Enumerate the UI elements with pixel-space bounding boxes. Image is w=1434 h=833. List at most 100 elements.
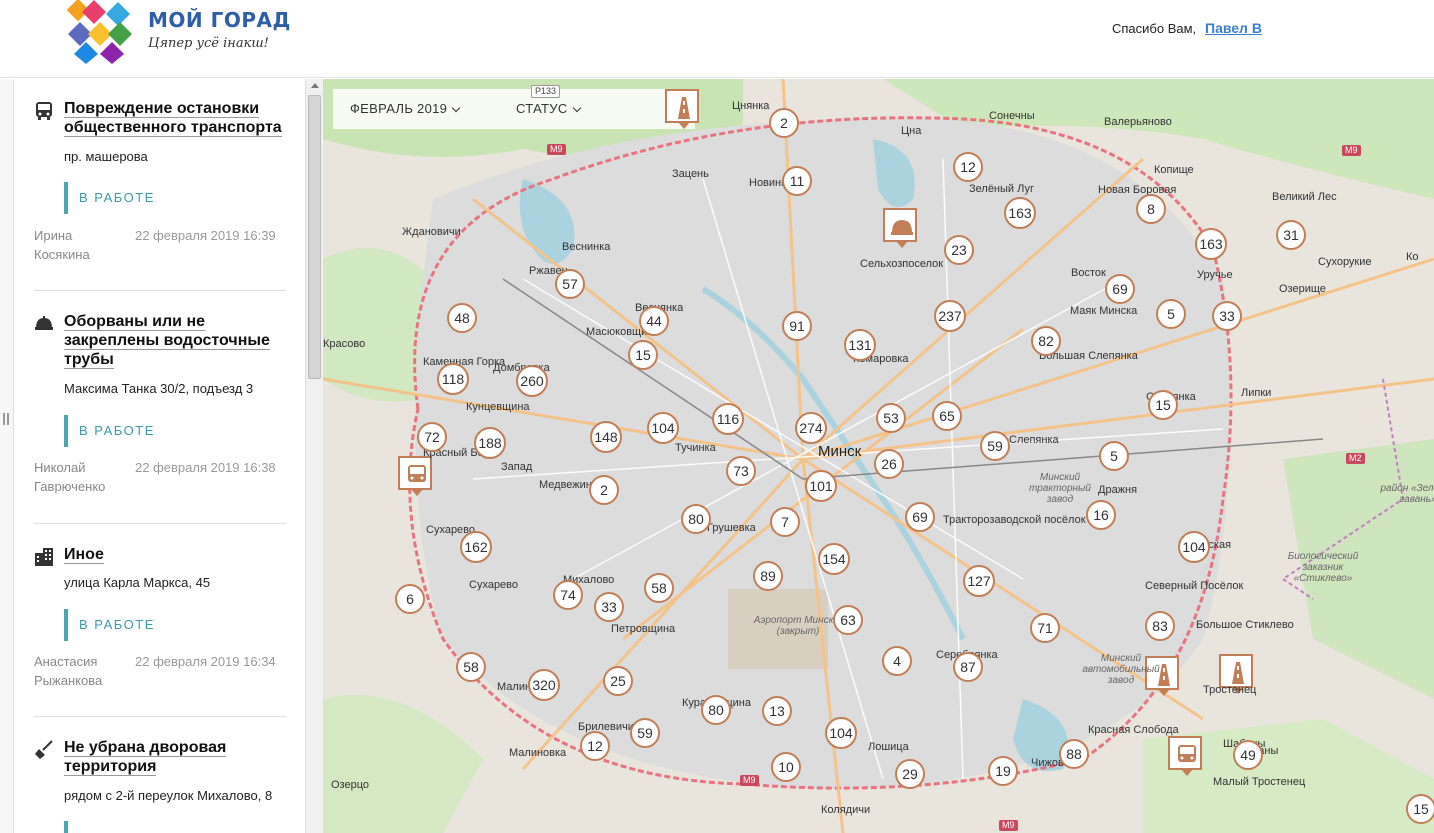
issue-title[interactable]: Не убрана дворовая территория xyxy=(64,738,286,776)
issue-cluster[interactable]: 69 xyxy=(905,502,935,532)
issue-cluster[interactable]: 13 xyxy=(762,696,792,726)
road-marker-icon[interactable] xyxy=(665,89,699,129)
issue-cluster[interactable]: 104 xyxy=(647,412,679,444)
issue-cluster[interactable]: 127 xyxy=(963,565,995,597)
issue-cluster[interactable]: 154 xyxy=(818,543,850,575)
issue-cluster[interactable]: 15 xyxy=(1148,390,1178,420)
issue-cluster[interactable]: 58 xyxy=(644,573,674,603)
issue-cluster[interactable]: 15 xyxy=(628,340,658,370)
issue-card[interactable]: Иное улица Карла Маркса, 45 В РАБОТЕ Ана… xyxy=(34,545,286,715)
scroll-thumb[interactable] xyxy=(308,95,321,379)
place-label: Брилевичи xyxy=(578,721,634,733)
divider xyxy=(34,290,286,291)
issue-cluster[interactable]: 26 xyxy=(874,449,904,479)
issue-cluster[interactable]: 274 xyxy=(795,412,827,444)
issue-cluster[interactable]: 44 xyxy=(639,306,669,336)
issue-cluster[interactable]: 5 xyxy=(1099,441,1129,471)
issue-cluster[interactable]: 8 xyxy=(1136,194,1166,224)
issue-cluster[interactable]: 12 xyxy=(580,731,610,761)
issue-cluster[interactable]: 118 xyxy=(437,363,469,395)
issue-cluster[interactable]: 101 xyxy=(805,470,837,502)
issue-cluster[interactable]: 31 xyxy=(1276,220,1306,250)
issue-cluster[interactable]: 29 xyxy=(895,759,925,789)
issue-cluster[interactable]: 69 xyxy=(1105,274,1135,304)
issue-cluster[interactable]: 131 xyxy=(844,329,876,361)
issue-cluster[interactable]: 7 xyxy=(770,507,800,537)
map-view[interactable]: ФЕВРАЛЬ 2019 СТАТУС Цнянка Сонечны Валерья… xyxy=(323,79,1434,833)
issue-cluster[interactable]: 5 xyxy=(1156,299,1186,329)
bus-marker-icon[interactable] xyxy=(398,456,432,496)
issue-cluster[interactable]: 80 xyxy=(681,504,711,534)
issue-title[interactable]: Повреждение остановки общественного тран… xyxy=(64,99,286,137)
issue-address: Максима Танка 30/2, подъезд 3 xyxy=(64,381,254,396)
road-marker-icon[interactable] xyxy=(1219,654,1253,694)
issue-card[interactable]: Оборваны или не закреплены водосточные т… xyxy=(34,312,286,512)
issue-cluster[interactable]: 15 xyxy=(1406,794,1434,824)
issue-cluster[interactable]: 82 xyxy=(1031,326,1061,356)
place-label: Липки xyxy=(1241,387,1272,399)
issue-cluster[interactable]: 260 xyxy=(516,365,548,397)
issue-cluster[interactable]: 59 xyxy=(980,431,1010,461)
issue-cluster[interactable]: 49 xyxy=(1233,740,1263,770)
issue-cluster[interactable]: 57 xyxy=(555,269,585,299)
issue-cluster[interactable]: 58 xyxy=(456,652,486,682)
place-label: Сельхозпоселок xyxy=(860,258,944,270)
issue-cluster[interactable]: 6 xyxy=(395,584,425,614)
issue-cluster[interactable]: 23 xyxy=(944,235,974,265)
issue-cluster[interactable]: 59 xyxy=(630,718,660,748)
issue-cluster[interactable]: 88 xyxy=(1059,739,1089,769)
bus-marker-icon[interactable] xyxy=(1168,736,1202,776)
issue-cluster[interactable]: 162 xyxy=(460,531,492,563)
month-filter-dropdown[interactable]: ФЕВРАЛЬ 2019 xyxy=(350,101,461,116)
issue-title[interactable]: Оборваны или не закреплены водосточные т… xyxy=(64,312,286,369)
issue-cluster[interactable]: 19 xyxy=(988,756,1018,786)
issue-cluster[interactable]: 91 xyxy=(782,311,812,341)
issue-cluster[interactable]: 83 xyxy=(1145,611,1175,641)
issue-cluster[interactable]: 71 xyxy=(1030,613,1060,643)
issue-cluster[interactable]: 48 xyxy=(447,303,477,333)
issue-card[interactable]: Повреждение остановки общественного тран… xyxy=(34,99,286,299)
sidebar-scrollbar[interactable] xyxy=(305,79,323,833)
issue-cluster[interactable]: 188 xyxy=(474,427,506,459)
issue-cluster[interactable]: 63 xyxy=(833,605,863,635)
issue-cluster[interactable]: 2 xyxy=(589,475,619,505)
issue-cluster[interactable]: 148 xyxy=(590,421,622,453)
issue-cluster[interactable]: 11 xyxy=(782,166,812,196)
issue-cluster[interactable]: 25 xyxy=(603,666,633,696)
issue-cluster[interactable]: 33 xyxy=(1212,301,1242,331)
issue-cluster[interactable]: 163 xyxy=(1195,228,1227,260)
issue-cluster[interactable]: 10 xyxy=(771,752,801,782)
issue-cluster[interactable]: 163 xyxy=(1004,197,1036,229)
issue-cluster[interactable]: 53 xyxy=(876,403,906,433)
issue-cluster[interactable]: 104 xyxy=(1178,531,1210,563)
user-profile-link[interactable]: Павел В xyxy=(1205,20,1262,36)
header: МОЙ ГОРАД Цяпер усё інакш! Спасибо Вам, … xyxy=(0,0,1434,78)
issue-cluster[interactable]: 4 xyxy=(882,646,912,676)
issue-cluster[interactable]: 72 xyxy=(417,422,447,452)
sidebar-collapse-handle[interactable] xyxy=(0,79,14,833)
issue-card[interactable]: Не убрана дворовая территория рядом с 2-… xyxy=(34,738,286,833)
issue-cluster[interactable]: 74 xyxy=(553,580,583,610)
issue-cluster[interactable]: 12 xyxy=(953,152,983,182)
issue-cluster[interactable]: 237 xyxy=(934,300,966,332)
logo-icon[interactable] xyxy=(66,0,134,64)
issue-cluster[interactable]: 87 xyxy=(953,652,983,682)
place-label: Веснинка xyxy=(562,241,611,253)
place-label: Озерцо xyxy=(331,779,370,791)
issue-cluster[interactable]: 16 xyxy=(1086,500,1116,530)
issue-title[interactable]: Иное xyxy=(64,545,286,564)
issue-author: Николай Гаврюченко xyxy=(34,460,106,494)
issue-cluster[interactable]: 116 xyxy=(712,403,744,435)
issue-cluster[interactable]: 33 xyxy=(594,592,624,622)
issue-cluster[interactable]: 2 xyxy=(769,108,799,138)
status-filter-dropdown[interactable]: СТАТУС xyxy=(516,101,581,116)
issue-cluster[interactable]: 320 xyxy=(528,669,560,701)
issue-cluster[interactable]: 89 xyxy=(753,561,783,591)
issue-cluster[interactable]: 80 xyxy=(701,695,731,725)
place-label: Валерьяново xyxy=(1104,116,1172,128)
scroll-up-arrow-icon[interactable] xyxy=(311,83,319,88)
issue-cluster[interactable]: 65 xyxy=(932,401,962,431)
issue-cluster[interactable]: 104 xyxy=(825,717,857,749)
issue-cluster[interactable]: 73 xyxy=(726,456,756,486)
helmet-marker-icon[interactable] xyxy=(883,208,917,248)
